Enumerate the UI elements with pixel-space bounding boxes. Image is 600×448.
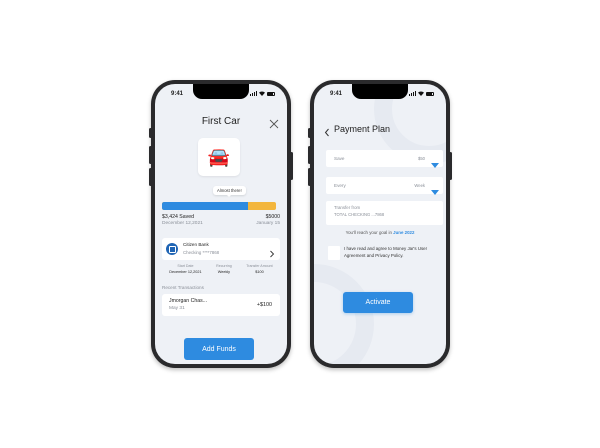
activate-button[interactable]: Activate — [343, 292, 413, 313]
savings-progress-bar — [162, 202, 276, 210]
page-title: Payment Plan — [334, 124, 391, 134]
every-label: Every — [334, 183, 346, 188]
recent-transactions-heading: Recent Transactions — [162, 285, 204, 290]
phone-payment-plan: 9:41 Payment Plan Save $50 Every Week Tr… — [308, 80, 452, 368]
bank-logo-icon — [166, 243, 178, 255]
close-icon[interactable] — [269, 116, 279, 129]
save-label: Save — [334, 156, 345, 161]
goal-estimate-date: June 2022 — [393, 230, 415, 235]
bank-name: Citizen Bank — [183, 242, 209, 247]
screen-payment-plan: 9:41 Payment Plan Save $50 Every Week Tr… — [314, 84, 446, 364]
saved-amount: $3,424 Saved — [162, 214, 195, 220]
wifi-icon — [418, 91, 424, 96]
agreement-text: I have read and agree to Money Jar's Use… — [344, 246, 428, 258]
page-title: First Car — [201, 116, 241, 127]
stage: 9:41 First Car 🚘 Almost there! $3,424 Sa… — [0, 0, 600, 448]
transaction-amount: +$100 — [256, 302, 272, 308]
wifi-icon — [259, 91, 265, 96]
agreement-row: I have read and agree to Money Jar's Use… — [328, 246, 430, 260]
transfer-from-field[interactable]: Transfer from TOTAL CHECKING ...7868 — [326, 201, 443, 225]
status-time: 9:41 — [330, 91, 343, 97]
agreement-checkbox[interactable] — [328, 246, 340, 260]
battery-icon — [426, 91, 434, 96]
detail-start-date: Start Date December 12,2021 — [169, 264, 202, 274]
phone-first-car: 9:41 First Car 🚘 Almost there! $3,424 Sa… — [149, 80, 293, 368]
screen-first-car: 9:41 First Car 🚘 Almost there! $3,424 Sa… — [155, 84, 287, 364]
end-date: January 15 — [256, 221, 280, 226]
notch — [352, 84, 408, 99]
dropdown-arrow-icon — [431, 156, 439, 168]
save-value: $50 — [418, 156, 425, 161]
detail-recurring: Recurring Weekly — [216, 264, 232, 274]
save-amount-select[interactable]: Save $50 — [326, 150, 443, 168]
transaction-name: Jmorgan Chas... — [169, 298, 208, 304]
goal-image-tile: 🚘 — [198, 138, 240, 176]
start-date: December 12,2021 — [162, 221, 203, 226]
goal-estimate: You'll reach your goal in June 2022 — [314, 230, 446, 235]
transfer-from-value: TOTAL CHECKING ...7868 — [334, 212, 385, 217]
goal-estimate-text: You'll reach your goal in — [345, 230, 392, 235]
transaction-date: May 31 — [169, 306, 185, 311]
signal-icon — [409, 91, 416, 96]
progress-tooltip: Almost there! — [213, 186, 246, 195]
signal-icon — [250, 91, 257, 96]
battery-icon — [267, 91, 275, 96]
back-chevron-icon[interactable] — [324, 124, 330, 137]
car-icon: 🚘 — [207, 147, 231, 167]
frequency-select[interactable]: Every Week — [326, 177, 443, 195]
status-time: 9:41 — [171, 91, 184, 97]
progress-fill — [162, 202, 248, 210]
bank-account-card[interactable]: Citizen Bank Checking ****7868 — [162, 238, 280, 260]
dropdown-arrow-icon — [431, 183, 439, 195]
transaction-row[interactable]: Jmorgan Chas... May 31 +$100 — [162, 294, 280, 316]
transfer-from-label: Transfer from — [334, 205, 361, 210]
background-decoration — [314, 264, 374, 364]
notch — [193, 84, 249, 99]
bank-account-number: Checking ****7868 — [183, 250, 220, 255]
plan-details: Start Date December 12,2021 Recurring We… — [162, 264, 280, 274]
goal-amount: $5000 — [265, 214, 280, 220]
detail-transfer-amount: Transfer Amount $100 — [246, 264, 273, 274]
add-funds-button[interactable]: Add Funds — [184, 338, 254, 360]
every-value: Week — [414, 183, 425, 188]
chevron-right-icon — [269, 245, 275, 258]
